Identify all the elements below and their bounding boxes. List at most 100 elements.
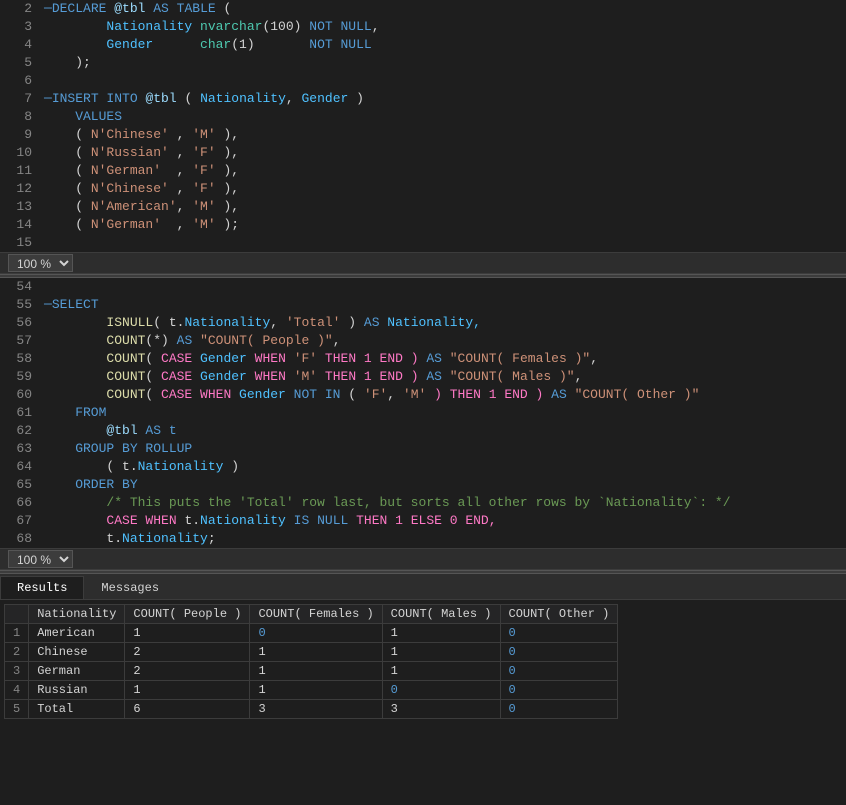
code-token: 'M' [192, 127, 215, 142]
code-token: DECLARE [52, 1, 114, 16]
cell-count: 0 [500, 643, 618, 662]
code-token: NOT NULL [309, 37, 371, 52]
code-token: Gender [192, 351, 254, 366]
code-token: ( [145, 351, 161, 366]
code-token: ); [44, 55, 91, 70]
code-token: , [169, 145, 192, 160]
code-line: 60 COUNT( CASE WHEN Gender NOT IN ( 'F',… [0, 386, 846, 404]
code-token [192, 333, 200, 348]
code-token: ─ [44, 1, 52, 16]
code-token: /* This puts the 'Total' row last, but s… [106, 495, 730, 510]
line-content: ─INSERT INTO @tbl ( Nationality, Gender … [40, 90, 846, 108]
code-token: 'M' [403, 387, 426, 402]
code-token: , [372, 19, 380, 34]
cell-count: 1 [250, 643, 382, 662]
code-token: ( [216, 1, 232, 16]
code-token: ( [145, 369, 161, 384]
code-line: 66 /* This puts the 'Total' row last, bu… [0, 494, 846, 512]
line-number: 57 [0, 332, 40, 350]
code-token: Gender [44, 37, 200, 52]
code-token: (100) [262, 19, 309, 34]
code-line: 5 ); [0, 54, 846, 72]
line-number: 63 [0, 440, 40, 458]
line-number: 4 [0, 36, 40, 54]
zoom-bar-2: 100 % 75 % 125 % [0, 548, 846, 570]
code-line: 59 COUNT( CASE Gender WHEN 'M' THEN 1 EN… [0, 368, 846, 386]
line-number: 59 [0, 368, 40, 386]
code-token: ), [216, 163, 239, 178]
code-token: AS [551, 387, 567, 402]
code-token: AS [177, 333, 193, 348]
code-token: 'F' [294, 351, 317, 366]
code-token: (*) [145, 333, 176, 348]
code-token: "COUNT( People )" [200, 333, 333, 348]
code-token: COUNT [44, 333, 145, 348]
code-line: 54 [0, 278, 846, 296]
line-content: Nationality nvarchar(100) NOT NULL, [40, 18, 846, 36]
line-content: VALUES [40, 108, 846, 126]
code-token: ); [216, 217, 239, 232]
code-line: 68 t.Nationality; [0, 530, 846, 548]
code-token: ( [145, 387, 161, 402]
line-number: 62 [0, 422, 40, 440]
code-token: CASE WHEN [161, 387, 231, 402]
code-token: ), [216, 181, 239, 196]
cell-nationality: Chinese [29, 643, 125, 662]
code-token: 'F' [192, 163, 215, 178]
cell-count: 1 [250, 662, 382, 681]
line-content: ( N'Chinese' , 'F' ), [40, 180, 846, 198]
code-token [442, 369, 450, 384]
code-line: 64 ( t.Nationality ) [0, 458, 846, 476]
line-number: 64 [0, 458, 40, 476]
code-token: "COUNT( Other )" [575, 387, 700, 402]
code-token: N'Russian' [91, 145, 169, 160]
code-line: 55─SELECT [0, 296, 846, 314]
cell-nationality: Total [29, 700, 125, 719]
cell-count: 1 [125, 624, 250, 643]
line-content: FROM [40, 404, 846, 422]
upper-code-panel: 2─DECLARE @tbl AS TABLE (3 Nationality n… [0, 0, 846, 252]
code-token: ( t. [153, 315, 184, 330]
code-token: nvarchar [200, 19, 262, 34]
code-token: ) [340, 315, 363, 330]
code-line: 57 COUNT(*) AS "COUNT( People )", [0, 332, 846, 350]
code-line: 10 ( N'Russian' , 'F' ), [0, 144, 846, 162]
code-token: 'F' [364, 387, 387, 402]
code-token: AS t [138, 423, 177, 438]
zoom-select-1[interactable]: 100 % 75 % 125 % [8, 254, 73, 272]
line-content: @tbl AS t [40, 422, 846, 440]
table-row: 3German2110 [5, 662, 618, 681]
code-token: CASE WHEN [106, 513, 176, 528]
code-token: ) THEN 1 END ) [426, 387, 551, 402]
line-content: COUNT( CASE Gender WHEN 'F' THEN 1 END )… [40, 350, 846, 368]
line-number: 54 [0, 278, 40, 296]
code-token: ( [44, 163, 91, 178]
cell-count: 2 [125, 662, 250, 681]
cell-count: 1 [382, 662, 500, 681]
code-line: 6 [0, 72, 846, 90]
cell-count: 3 [382, 700, 500, 719]
code-token: "COUNT( Males )" [450, 369, 575, 384]
line-content: ORDER BY [40, 476, 846, 494]
line-number: 12 [0, 180, 40, 198]
code-token: N'Chinese' [91, 127, 169, 142]
cell-count: 3 [250, 700, 382, 719]
code-line: 4 Gender char(1) NOT NULL [0, 36, 846, 54]
code-line: 61 FROM [0, 404, 846, 422]
tab-messages[interactable]: Messages [84, 576, 176, 599]
tab-results[interactable]: Results [0, 576, 84, 599]
col-header: COUNT( Females ) [250, 605, 382, 624]
code-token: , [387, 387, 403, 402]
line-content: ─DECLARE @tbl AS TABLE ( [40, 0, 846, 18]
code-token: ( [340, 387, 363, 402]
row-number: 2 [5, 643, 29, 662]
line-number: 14 [0, 216, 40, 234]
code-token: NOT IN [294, 387, 341, 402]
code-token: , [575, 369, 583, 384]
code-line: 67 CASE WHEN t.Nationality IS NULL THEN … [0, 512, 846, 530]
zoom-select-2[interactable]: 100 % 75 % 125 % [8, 550, 73, 568]
line-content: ); [40, 54, 846, 72]
code-line: 56 ISNULL( t.Nationality, 'Total' ) AS N… [0, 314, 846, 332]
code-line: 14 ( N'German' , 'M' ); [0, 216, 846, 234]
code-token: ( [177, 91, 200, 106]
